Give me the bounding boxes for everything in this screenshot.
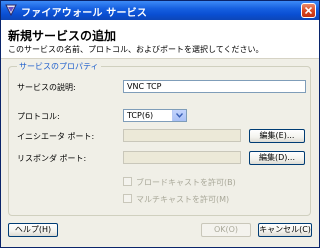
close-icon [305,7,312,14]
service-description-label: サービスの説明: [17,83,76,92]
page-description: このサービスの名前、プロトコル、およびポートを選択してください。 [8,45,264,54]
window-title: ファイアウォール サービス [21,8,148,19]
protocol-selected-value: TCP(6) [127,111,154,120]
cancel-button[interactable]: キャンセル(C) [258,223,312,237]
allow-multicast-label: マルチキャストを許可(M) [136,195,230,204]
responder-port-input[interactable] [123,151,241,164]
title-bar[interactable]: ファイアウォール サービス [1,1,319,20]
page-title: 新規サービスの追加 [8,29,117,43]
allow-multicast-checkbox[interactable] [123,194,132,203]
dialog-header: 新規サービスの追加 このサービスの名前、プロトコル、およびポートを選択してくださ… [1,20,319,59]
chevron-down-icon [176,113,183,118]
service-description-input[interactable]: VNC TCP [123,80,306,93]
initiator-edit-button[interactable]: 編集(E)... [249,129,305,143]
responder-port-label: リスポンダ ポート: [17,154,87,163]
allow-broadcast-checkbox[interactable] [123,177,132,186]
initiator-port-label: イニシエータ ポート: [17,132,95,141]
responder-edit-button[interactable]: 編集(D)... [249,151,305,165]
initiator-port-input[interactable] [123,129,241,142]
close-button[interactable] [301,3,316,18]
group-legend: サービスのプロパティ [17,61,101,72]
firewall-app-icon [5,4,17,17]
protocol-select[interactable]: TCP(6) [123,109,187,122]
ok-button[interactable]: OK(O) [201,223,251,237]
firewall-service-dialog: ファイアウォール サービス 新規サービスの追加 このサービスの名前、プロトコル、… [0,0,320,248]
service-properties-group: サービスのプロパティ サービスの説明: VNC TCP プロトコル: TCP(6… [8,61,311,216]
help-button[interactable]: ヘルプ(H) [8,223,58,237]
dropdown-arrow[interactable] [172,110,186,121]
allow-broadcast-label: ブロードキャストを許可(B) [136,178,236,187]
protocol-label: プロトコル: [17,112,60,121]
